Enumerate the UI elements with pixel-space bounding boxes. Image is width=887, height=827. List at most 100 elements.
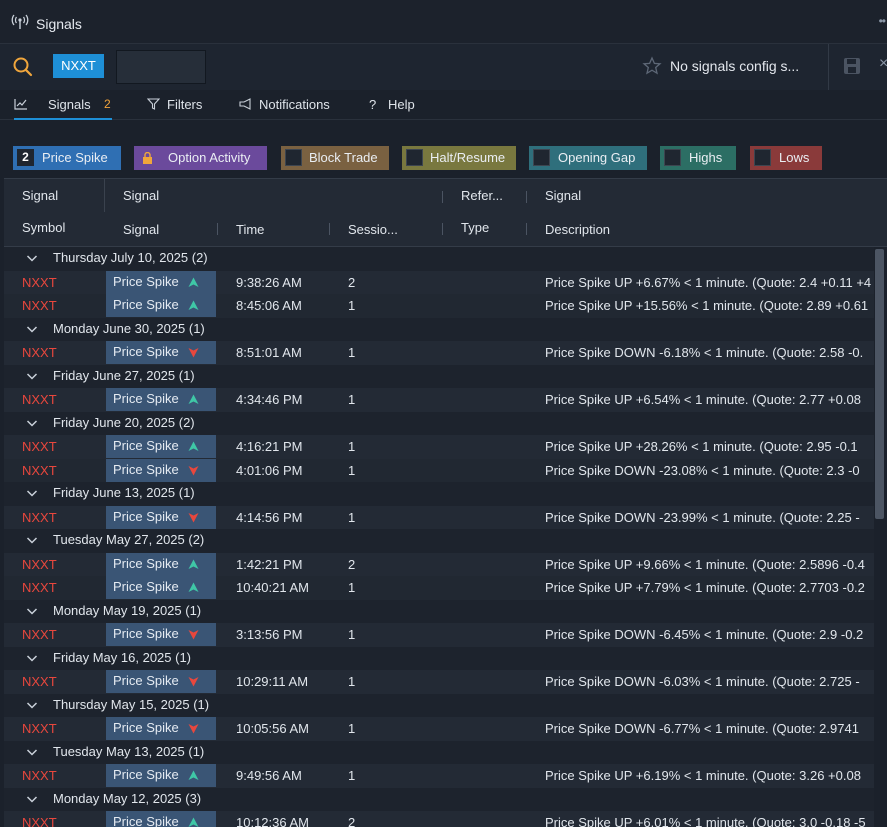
- group-row[interactable]: Monday May 12, 2025 (3): [4, 787, 874, 811]
- symbol-cell[interactable]: NXXT: [22, 392, 57, 407]
- chevron-down-icon[interactable]: [26, 534, 38, 546]
- checkbox[interactable]: [285, 149, 302, 166]
- group-row[interactable]: Friday May 16, 2025 (1): [4, 646, 874, 670]
- star-icon[interactable]: [642, 56, 662, 76]
- chevron-down-icon[interactable]: [26, 652, 38, 664]
- signal-badge[interactable]: Price Spike: [106, 270, 216, 294]
- signal-badge[interactable]: Price Spike: [106, 552, 216, 576]
- symbol-cell[interactable]: NXXT: [22, 721, 57, 736]
- more-options-icon[interactable]: ••: [879, 14, 886, 28]
- chevron-down-icon[interactable]: [26, 417, 38, 429]
- signal-badge[interactable]: Price Spike: [106, 388, 216, 411]
- chip-block-trade[interactable]: Block Trade: [281, 146, 389, 170]
- table-row[interactable]: NXXT Price Spike 4:34:46 PM 1 Price Spike UP…: [4, 388, 874, 412]
- symbol-cell[interactable]: NXXT: [22, 768, 57, 783]
- symbol-cell[interactable]: NXXT: [22, 275, 57, 290]
- table-row[interactable]: NXXT Price Spike 8:45:06 AM 1 Price Spike UP…: [4, 294, 874, 318]
- symbol-cell[interactable]: NXXT: [22, 580, 57, 595]
- tab-help[interactable]: ? Help: [369, 96, 419, 120]
- table-row[interactable]: NXXT Price Spike 10:05:56 AM 1 Price Spike D…: [4, 717, 874, 741]
- chevron-down-icon[interactable]: [26, 487, 38, 499]
- signal-badge[interactable]: Price Spike: [106, 341, 216, 364]
- chip-label: Opening Gap: [558, 150, 636, 165]
- signal-badge[interactable]: Price Spike: [106, 764, 216, 787]
- table-row[interactable]: NXXT Price Spike 10:40:21 AM 1 Price Spike U…: [4, 576, 874, 600]
- col-signal[interactable]: Signal: [123, 222, 159, 237]
- table-row[interactable]: NXXT Price Spike 1:42:21 PM 2 Price Spike UP…: [4, 552, 874, 576]
- symbol-cell[interactable]: NXXT: [22, 510, 57, 525]
- group-row[interactable]: Monday June 30, 2025 (1): [4, 317, 874, 341]
- symbol-cell[interactable]: NXXT: [22, 439, 57, 454]
- table-row[interactable]: NXXT Price Spike 10:12:36 AM 2 Price Spike U…: [4, 811, 874, 827]
- close-icon[interactable]: ×: [879, 55, 887, 73]
- chip-halt-resume[interactable]: Halt/Resume: [402, 146, 516, 170]
- signal-badge[interactable]: Price Spike: [106, 811, 216, 827]
- signal-badge[interactable]: Price Spike: [106, 717, 216, 740]
- table-row[interactable]: NXXT Price Spike 4:14:56 PM 1 Price Spike DO…: [4, 505, 874, 529]
- col-session[interactable]: Sessio...: [348, 222, 398, 237]
- checkbox[interactable]: [754, 149, 771, 166]
- group-row[interactable]: Monday May 19, 2025 (1): [4, 599, 874, 623]
- table-row[interactable]: NXXT Price Spike 9:38:26 AM 2 Price Spike UP…: [4, 270, 874, 294]
- chevron-down-icon[interactable]: [26, 252, 38, 264]
- signal-badge[interactable]: Price Spike: [106, 435, 216, 458]
- symbol-cell[interactable]: NXXT: [22, 557, 57, 572]
- signal-badge[interactable]: Price Spike: [106, 576, 216, 599]
- col-symbol[interactable]: Symbol: [22, 220, 65, 235]
- tab-notifications[interactable]: Notifications: [239, 96, 339, 120]
- symbol-cell[interactable]: NXXT: [22, 815, 57, 827]
- table-row[interactable]: NXXT Price Spike 4:16:21 PM 1 Price Spike UP…: [4, 435, 874, 459]
- col-description[interactable]: Description: [545, 222, 610, 237]
- table-row[interactable]: NXXT Price Spike 10:29:11 AM 1 Price Spike D…: [4, 670, 874, 694]
- table-row[interactable]: NXXT Price Spike 8:51:01 AM 1 Price Spike DO…: [4, 341, 874, 365]
- symbol-input[interactable]: [116, 50, 206, 84]
- symbol-cell[interactable]: NXXT: [22, 463, 57, 478]
- symbol-cell[interactable]: NXXT: [22, 627, 57, 642]
- col-time[interactable]: Time: [236, 222, 264, 237]
- chevron-down-icon[interactable]: [26, 605, 38, 617]
- symbol-cell[interactable]: NXXT: [22, 298, 57, 313]
- group-row[interactable]: Friday June 13, 2025 (1): [4, 482, 874, 506]
- chip-price-spike[interactable]: 2 Price Spike: [13, 146, 121, 170]
- checkbox[interactable]: [664, 149, 681, 166]
- group-row[interactable]: Thursday July 10, 2025 (2): [4, 247, 874, 271]
- group-row[interactable]: Friday June 20, 2025 (2): [4, 411, 874, 435]
- chevron-down-icon[interactable]: [26, 699, 38, 711]
- symbol-tag[interactable]: NXXT: [53, 54, 104, 78]
- signal-badge[interactable]: Price Spike: [106, 623, 216, 646]
- chip-highs[interactable]: Highs: [660, 146, 736, 170]
- chevron-down-icon[interactable]: [26, 370, 38, 382]
- signal-badge[interactable]: Price Spike: [106, 294, 216, 317]
- tab-signals[interactable]: Signals 2: [14, 96, 112, 120]
- save-icon[interactable]: [843, 57, 861, 75]
- search-icon[interactable]: [12, 56, 34, 78]
- scrollbar-thumb[interactable]: [875, 249, 884, 519]
- col-type[interactable]: Type: [461, 220, 489, 235]
- chip-opening-gap[interactable]: Opening Gap: [529, 146, 647, 170]
- signal-badge[interactable]: Price Spike: [106, 458, 216, 482]
- signal-badge[interactable]: Price Spike: [106, 505, 216, 529]
- chevron-down-icon[interactable]: [26, 746, 38, 758]
- vertical-scrollbar[interactable]: [874, 247, 887, 827]
- checkbox[interactable]: [533, 149, 550, 166]
- chevron-down-icon[interactable]: [26, 793, 38, 805]
- group-row[interactable]: Friday June 27, 2025 (1): [4, 364, 874, 388]
- lock-icon: [143, 152, 152, 164]
- signals-config-label[interactable]: No signals config s...: [670, 58, 799, 74]
- table-row[interactable]: NXXT Price Spike 9:49:56 AM 1 Price Spike UP…: [4, 764, 874, 788]
- group-row[interactable]: Tuesday May 13, 2025 (1): [4, 740, 874, 764]
- symbol-cell[interactable]: NXXT: [22, 674, 57, 689]
- group-row[interactable]: Tuesday May 27, 2025 (2): [4, 529, 874, 553]
- chevron-down-icon[interactable]: [26, 323, 38, 335]
- table-row[interactable]: NXXT Price Spike 4:01:06 PM 1 Price Spike DO…: [4, 458, 874, 482]
- tab-help-label: Help: [388, 97, 415, 112]
- tab-filters[interactable]: Filters: [147, 96, 207, 120]
- signal-badge[interactable]: Price Spike: [106, 670, 216, 693]
- table-row[interactable]: NXXT Price Spike 3:13:56 PM 1 Price Spike DO…: [4, 623, 874, 647]
- colgroup-reference[interactable]: Refer...: [461, 188, 503, 203]
- symbol-cell[interactable]: NXXT: [22, 345, 57, 360]
- chip-option-activity[interactable]: Option Activity: [134, 146, 267, 170]
- chip-lows[interactable]: Lows: [750, 146, 822, 170]
- checkbox[interactable]: [406, 149, 423, 166]
- group-row[interactable]: Thursday May 15, 2025 (1): [4, 693, 874, 717]
